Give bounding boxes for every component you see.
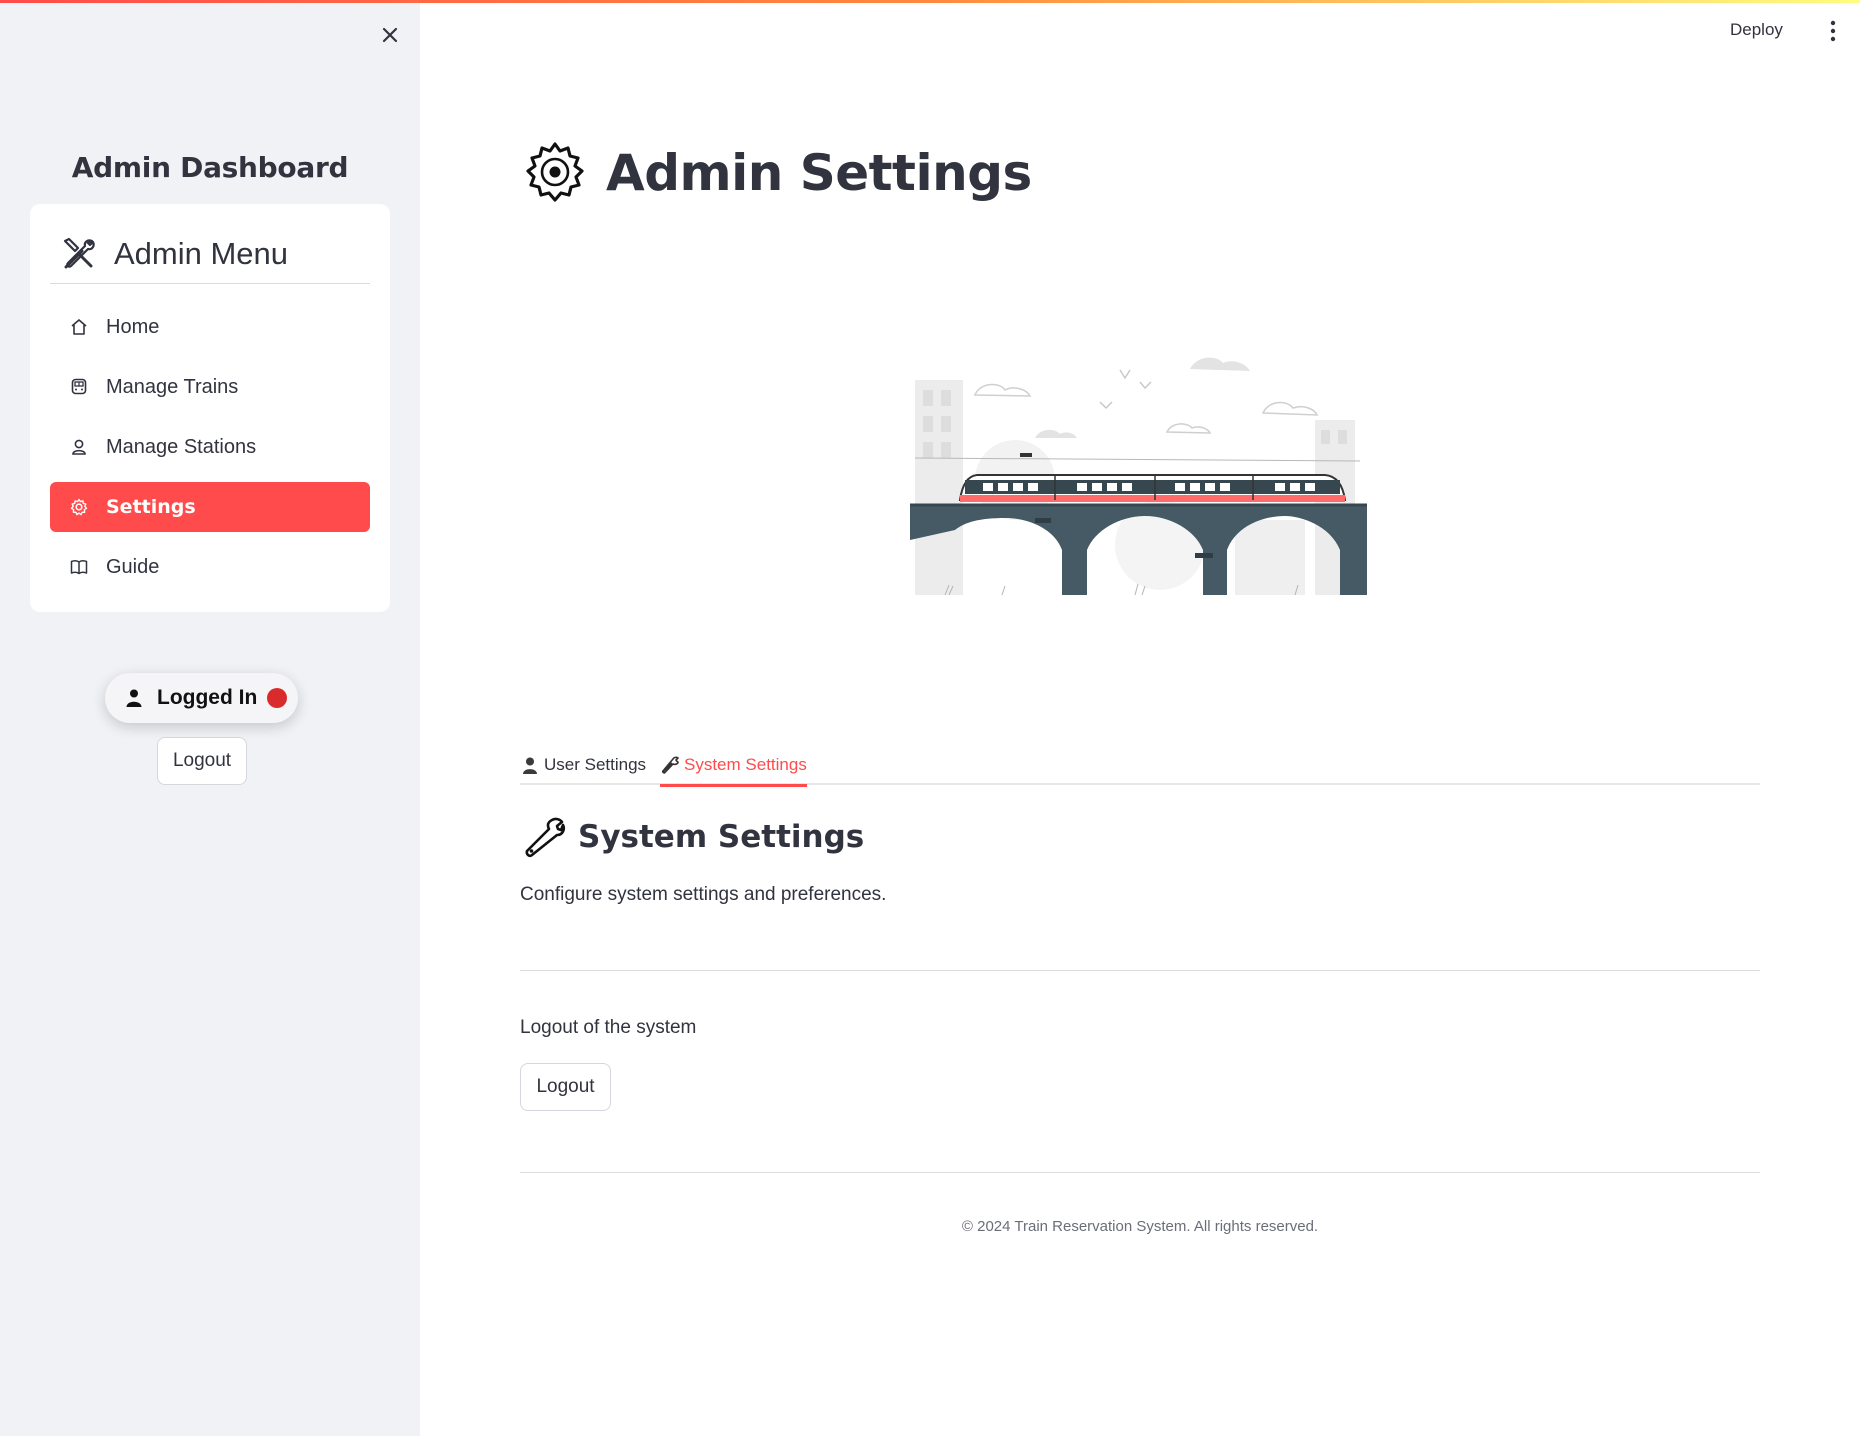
divider: [520, 970, 1760, 971]
deploy-button[interactable]: Deploy: [1730, 20, 1783, 40]
sidebar-item-label: Home: [106, 315, 160, 338]
gear-icon: [526, 142, 584, 202]
menu-title: Admin Menu: [114, 235, 289, 271]
tab-user-settings[interactable]: User Settings: [520, 745, 646, 785]
logout-button[interactable]: Logout: [520, 1063, 611, 1111]
book-icon: [68, 556, 90, 578]
sidebar-item-manage-trains[interactable]: Manage Trains: [50, 362, 370, 412]
wrench-icon: [525, 817, 566, 858]
more-options-icon[interactable]: [1825, 18, 1841, 44]
home-icon: [68, 316, 90, 338]
section-header: System Settings: [522, 815, 864, 859]
user-icon: [126, 689, 142, 707]
sidebar-item-label: Settings: [106, 496, 196, 518]
settings-tabs: User Settings System Settings: [520, 745, 1760, 787]
logout-description: Logout of the system: [520, 1017, 697, 1038]
wrench-icon: [661, 756, 679, 774]
login-status-label: Logged In: [157, 686, 258, 709]
tab-system-settings[interactable]: System Settings: [660, 745, 807, 787]
section-title: System Settings: [578, 819, 865, 855]
page-header: Admin Settings: [522, 140, 1032, 206]
menu-header: Admin Menu: [50, 224, 370, 284]
footer-copyright: © 2024 Train Reservation System. All rig…: [961, 1218, 1319, 1235]
sidebar-item-settings[interactable]: Settings: [50, 482, 370, 532]
user-icon: [523, 757, 537, 774]
page-title: Admin Settings: [606, 144, 1032, 202]
sidebar: Admin Dashboard Admin Menu Home Manage T…: [0, 3, 420, 1436]
sidebar-item-label: Guide: [106, 555, 160, 578]
admin-menu: Admin Menu Home Manage Trains Manage Sta…: [30, 204, 390, 612]
tab-label: User Settings: [544, 755, 647, 774]
train-icon: [68, 376, 90, 398]
station-person-icon: [68, 436, 90, 458]
sidebar-logout-button[interactable]: Logout: [157, 737, 247, 785]
section-description: Configure system settings and preference…: [520, 884, 887, 905]
gear-icon: [68, 496, 90, 518]
tools-icon: [63, 237, 95, 268]
login-status-badge: Logged In: [105, 673, 298, 723]
status-dot: [267, 688, 288, 708]
sidebar-item-home[interactable]: Home: [50, 302, 370, 352]
tab-label: System Settings: [684, 754, 807, 774]
train-bridge-illustration: [910, 357, 1367, 596]
sidebar-title: Admin Dashboard: [71, 151, 349, 184]
sidebar-item-label: Manage Stations: [106, 435, 257, 458]
sidebar-item-guide[interactable]: Guide: [50, 542, 370, 592]
sidebar-item-manage-stations[interactable]: Manage Stations: [50, 422, 370, 472]
divider: [520, 1172, 1760, 1173]
close-icon[interactable]: [376, 21, 404, 49]
sidebar-item-label: Manage Trains: [106, 375, 239, 398]
